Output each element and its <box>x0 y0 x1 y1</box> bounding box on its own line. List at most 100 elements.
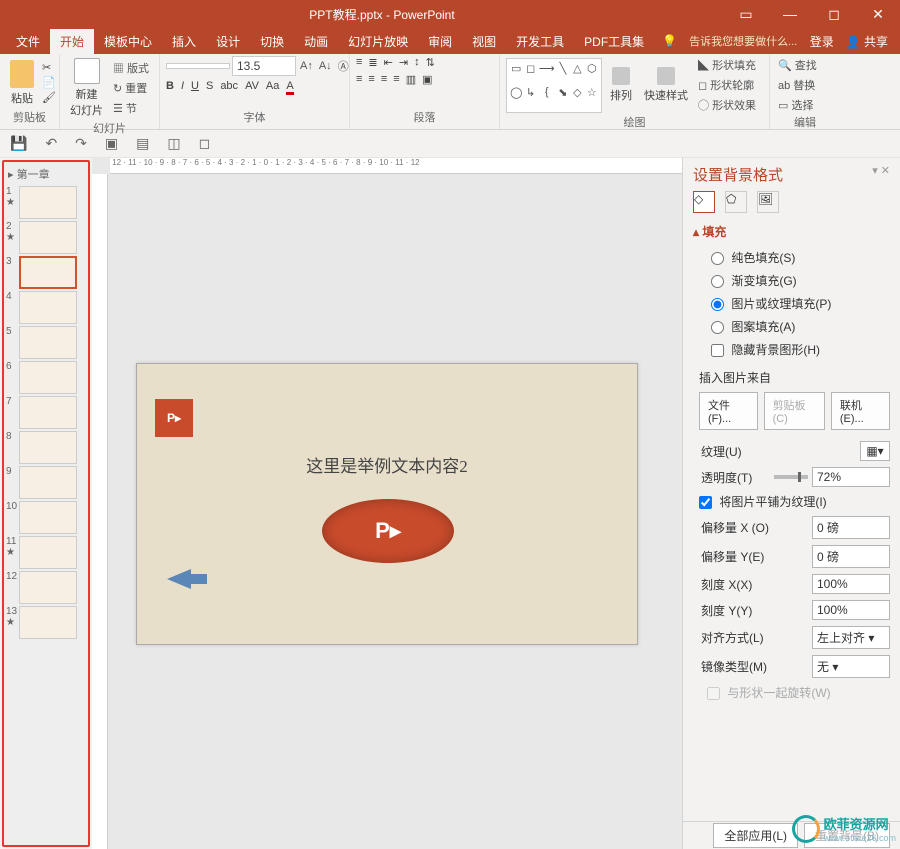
scale-y-input[interactable]: 100% <box>812 600 890 620</box>
slide-text[interactable]: 这里是举例文本内容2 <box>137 452 637 477</box>
indent-dec-icon[interactable]: ⇤ <box>384 56 393 69</box>
strike-icon[interactable]: S <box>206 80 213 95</box>
close-icon[interactable]: ✕ <box>856 6 900 23</box>
tab-pdf[interactable]: PDF工具集 <box>574 29 654 54</box>
thumb-9[interactable]: 9 <box>6 466 86 499</box>
textdir-icon[interactable]: ⇅ <box>426 56 435 69</box>
online-button[interactable]: 联机(E)... <box>831 392 890 430</box>
tab-home[interactable]: 开始 <box>50 29 94 54</box>
indent-inc-icon[interactable]: ⇥ <box>399 56 408 69</box>
section-fill[interactable]: ▴ 填充 <box>693 223 890 240</box>
copy-icon[interactable]: 📄 <box>42 76 56 89</box>
shrink-font-icon[interactable]: A↓ <box>317 59 334 73</box>
cut-icon[interactable]: ✂ <box>42 61 56 74</box>
thumb-8[interactable]: 8 <box>6 431 86 464</box>
align-select[interactable]: 左上对齐 ▾ <box>812 626 890 649</box>
thumb-6[interactable]: 6 <box>6 361 86 394</box>
shapes-gallery[interactable]: ▭◻⟶╲△⬡ ◯↳{⬊◇☆ <box>506 58 602 113</box>
thumb-11[interactable]: 11★ <box>6 536 86 569</box>
arrange-button[interactable]: 排列 <box>606 65 636 105</box>
thumb-5[interactable]: 5 <box>6 326 86 359</box>
font-color-icon[interactable]: A <box>286 80 293 95</box>
thumb-1[interactable]: 1★ <box>6 186 86 219</box>
transparency-input[interactable]: 72% <box>812 467 890 487</box>
transparency-slider[interactable] <box>774 475 808 479</box>
thumb-4[interactable]: 4 <box>6 291 86 324</box>
texture-picker[interactable]: ▦▾ <box>860 441 890 461</box>
tab-view[interactable]: 视图 <box>462 29 506 54</box>
thumb-7[interactable]: 7 <box>6 396 86 429</box>
pane-tab-picture-icon[interactable]: 🖼 <box>757 191 779 213</box>
spacing-icon[interactable]: AV <box>245 80 259 95</box>
thumb-3[interactable]: 3 <box>6 256 86 289</box>
save-icon[interactable]: 💾 <box>10 135 27 152</box>
tab-design[interactable]: 设计 <box>206 29 250 54</box>
login-button[interactable]: 登录 <box>810 33 834 50</box>
format-painter-icon[interactable]: 🖌 <box>42 91 56 104</box>
font-name-input[interactable] <box>166 63 230 69</box>
tab-transition[interactable]: 切换 <box>250 29 294 54</box>
thumb-12[interactable]: 12 <box>6 571 86 604</box>
bullets-icon[interactable]: ≡ <box>356 56 362 69</box>
undo-icon[interactable]: ↶ <box>45 135 57 152</box>
qat-icon2[interactable]: ▤ <box>136 135 149 152</box>
section-button[interactable]: ☰ 节 <box>111 99 151 117</box>
new-slide-button[interactable]: 新建 幻灯片 <box>66 56 107 120</box>
tab-template[interactable]: 模板中心 <box>94 29 162 54</box>
paste-button[interactable]: 粘贴 <box>6 58 38 108</box>
quickstyle-button[interactable]: 快速样式 <box>640 65 692 105</box>
font-size-input[interactable]: 13.5 <box>232 56 296 76</box>
tab-developer[interactable]: 开发工具 <box>506 29 574 54</box>
pane-tab-fill-icon[interactable]: ◇ <box>693 191 715 213</box>
slide-editor[interactable]: P▸ 这里是举例文本内容2 P▸ <box>136 363 638 645</box>
underline-icon[interactable]: U <box>191 80 199 95</box>
apply-all-button[interactable]: 全部应用(L) <box>713 823 798 848</box>
check-tile[interactable]: 将图片平铺为纹理(I) <box>693 490 890 513</box>
columns-icon[interactable]: ▥ <box>406 73 416 86</box>
align-center-icon[interactable]: ≡ <box>368 73 374 86</box>
ribbon-display-icon[interactable]: ▭ <box>724 6 768 23</box>
radio-solid[interactable]: 纯色填充(S) <box>693 246 890 269</box>
select-button[interactable]: ▭ 选择 <box>776 96 815 114</box>
replace-button[interactable]: ab 替换 <box>776 76 817 94</box>
file-button[interactable]: 文件(F)... <box>699 392 758 430</box>
tab-slideshow[interactable]: 幻灯片放映 <box>338 29 418 54</box>
minimize-icon[interactable]: — <box>768 6 812 22</box>
thumb-2[interactable]: 2★ <box>6 221 86 254</box>
pane-close-icon[interactable]: ▾ ✕ <box>872 164 890 185</box>
mirror-select[interactable]: 无 ▾ <box>812 655 890 678</box>
qat-icon3[interactable]: ◫ <box>167 135 180 152</box>
change-case-icon[interactable]: Aa <box>266 80 279 95</box>
tab-review[interactable]: 审阅 <box>418 29 462 54</box>
reset-button[interactable]: ↻ 重置 <box>111 79 151 97</box>
find-button[interactable]: 🔍 查找 <box>776 56 819 74</box>
redo-icon[interactable]: ↷ <box>75 135 87 152</box>
radio-pattern[interactable]: 图案填充(A) <box>693 315 890 338</box>
check-hide-bg[interactable]: 隐藏背景图形(H) <box>693 338 890 361</box>
offset-x-input[interactable]: 0 磅 <box>812 516 890 539</box>
qat-icon1[interactable]: ▣ <box>105 135 118 152</box>
shadow-icon[interactable]: abc <box>220 80 238 95</box>
smartart-icon[interactable]: ▣ <box>422 73 432 86</box>
numbers-icon[interactable]: ≣ <box>368 56 377 69</box>
shape-fill-button[interactable]: ◣ 形状填充 <box>696 56 758 74</box>
thumb-13[interactable]: 13★ <box>6 606 86 639</box>
clear-format-icon[interactable]: Ⓐ <box>336 57 351 75</box>
restore-icon[interactable]: ◻ <box>812 6 856 23</box>
section-header[interactable]: ▸ 第一章 <box>4 164 86 184</box>
radio-picture[interactable]: 图片或纹理填充(P) <box>693 292 890 315</box>
offset-y-input[interactable]: 0 磅 <box>812 545 890 568</box>
share-button[interactable]: 👤 共享 <box>846 33 888 50</box>
pane-tab-effects-icon[interactable]: ⬠ <box>725 191 747 213</box>
tab-animation[interactable]: 动画 <box>294 29 338 54</box>
radio-gradient[interactable]: 渐变填充(G) <box>693 269 890 292</box>
qat-icon4[interactable]: ◻ <box>199 135 211 152</box>
scale-x-input[interactable]: 100% <box>812 574 890 594</box>
align-left-icon[interactable]: ≡ <box>356 73 362 86</box>
italic-icon[interactable]: I <box>181 80 184 95</box>
tab-file[interactable]: 文件 <box>6 29 50 54</box>
layout-button[interactable]: ▦ 版式 <box>111 59 151 77</box>
grow-font-icon[interactable]: A↑ <box>298 59 315 73</box>
tab-insert[interactable]: 插入 <box>162 29 206 54</box>
bold-icon[interactable]: B <box>166 80 174 95</box>
